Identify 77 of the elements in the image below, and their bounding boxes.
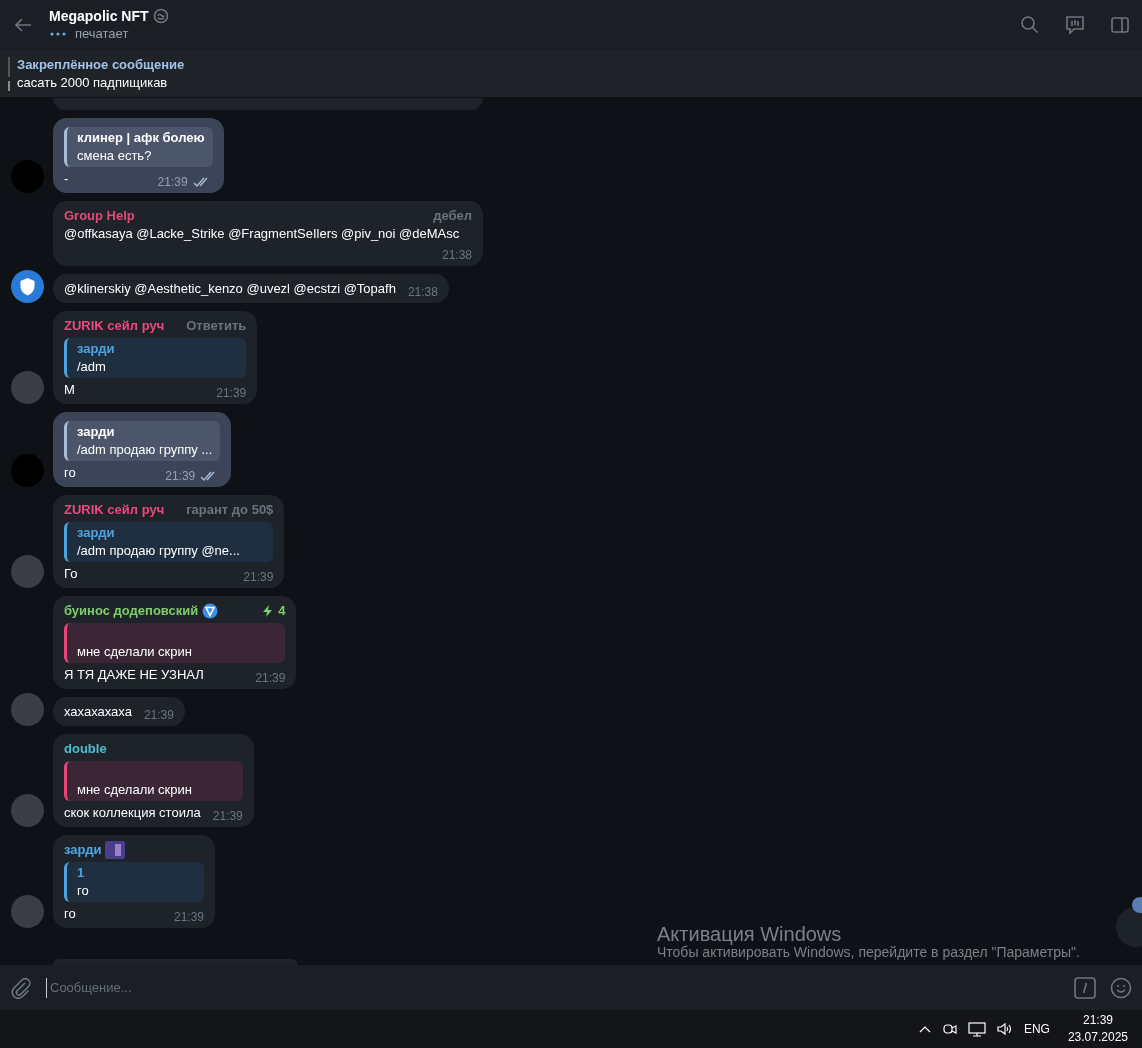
volume-icon[interactable] bbox=[995, 1021, 1014, 1037]
message-time: 21:38 bbox=[441, 247, 472, 264]
message-text: @klinerskiy @Aesthetic_kenzo @uvezl @ecstzi @Topafh bbox=[64, 280, 396, 298]
emoji-status-icon bbox=[152, 8, 169, 24]
message-text: Я ТЯ ДАЖЕ НЕ УЗНАЛ bbox=[64, 666, 204, 684]
reply-quote[interactable]: зарди /adm bbox=[64, 338, 247, 378]
avatar bbox=[11, 371, 44, 404]
reply-quote[interactable]: клинер | афк болею смена есть? bbox=[64, 127, 213, 167]
sidebar-panel-icon[interactable] bbox=[1110, 15, 1130, 35]
shield-avatar-icon bbox=[11, 270, 44, 303]
message-text: Го bbox=[64, 565, 78, 583]
avatar bbox=[11, 693, 44, 726]
reply-quote[interactable]: мне сделали скрин bbox=[64, 761, 243, 801]
avatar bbox=[11, 794, 44, 827]
boost-icon bbox=[262, 605, 275, 617]
reply-quote[interactable]: зарди /adm продаю группу ... bbox=[64, 421, 221, 461]
reply-text: мне сделали скрин bbox=[77, 643, 193, 661]
reply-quote[interactable]: зарди /adm продаю группу @ne... bbox=[64, 522, 274, 562]
admin-title: дебел bbox=[432, 207, 472, 225]
sender-name: зарди bbox=[64, 841, 102, 859]
message-time: 21:39 bbox=[157, 174, 188, 191]
typing-status: печатает bbox=[75, 25, 129, 43]
chat-title: Megapolic NFT bbox=[49, 7, 149, 25]
smiley-icon[interactable] bbox=[1110, 976, 1132, 999]
sender-name: буинос додеповский bbox=[64, 602, 199, 620]
activation-text: Чтобы активировать Windows, перейдите в раздел "Параметры". bbox=[657, 944, 1080, 961]
message-input[interactable]: Сообщение... bbox=[46, 977, 1060, 998]
sender-name: ZURIK сейл руч bbox=[64, 317, 165, 335]
message-time: 21:39 bbox=[243, 569, 274, 586]
message-time: 21:38 bbox=[407, 284, 438, 301]
avatar bbox=[11, 895, 44, 928]
message-text: го bbox=[64, 905, 76, 923]
admin-title: гарант до 50$ bbox=[185, 501, 274, 519]
reply-text: /adm продаю группу ... bbox=[77, 441, 213, 459]
message-text: скок коллекция стоила bbox=[64, 804, 201, 822]
message-text: хахахахаха bbox=[64, 703, 132, 721]
chat-bubble-icon[interactable] bbox=[1064, 14, 1086, 36]
reply-text: /adm продаю группу @ne... bbox=[77, 542, 241, 560]
avatar bbox=[11, 555, 44, 588]
reply-sender: клинер | афк болею bbox=[77, 129, 205, 147]
admin-title: Ответить bbox=[185, 317, 247, 335]
message-text: @offkasaya @Lacke_Strike @FragmentSeIlers @piv_noi @deMAsc bbox=[64, 225, 460, 243]
message-text: М bbox=[64, 381, 75, 399]
message-time: 21:39 bbox=[216, 385, 247, 402]
reply-sender: зарди bbox=[77, 340, 116, 358]
clock-time: 21:39 bbox=[1081, 1012, 1114, 1029]
message-time: 21:39 bbox=[143, 707, 174, 724]
pinned-label: Закреплённое сообщение bbox=[17, 55, 185, 74]
pinned-text: сасать 2000 падпищикав bbox=[17, 73, 169, 92]
paperclip-icon[interactable] bbox=[10, 976, 32, 999]
typing-dots-icon bbox=[49, 31, 67, 37]
message-time: 21:39 bbox=[173, 909, 204, 926]
reply-text: мне сделали скрин bbox=[77, 781, 193, 799]
sender-name: ZURIK сейл руч bbox=[64, 501, 165, 519]
reply-quote[interactable]: мне сделали скрин bbox=[64, 623, 286, 663]
network-icon[interactable] bbox=[967, 1021, 986, 1037]
language-indicator[interactable]: ENG bbox=[1023, 1020, 1050, 1038]
reply-sender: 1 bbox=[77, 864, 86, 882]
search-icon[interactable] bbox=[1020, 15, 1040, 35]
sender-name: double bbox=[64, 740, 107, 758]
camera-icon[interactable] bbox=[941, 1021, 958, 1037]
clock-date: 23.07.2025 bbox=[1067, 1029, 1128, 1046]
reply-text: го bbox=[77, 882, 90, 900]
reply-sender: зарди bbox=[77, 524, 116, 542]
boost-count: 4 bbox=[278, 602, 286, 620]
message-time: 21:39 bbox=[255, 670, 286, 687]
message-time: 21:39 bbox=[165, 468, 196, 485]
sender-name: Group Help bbox=[64, 207, 135, 225]
command-icon[interactable] bbox=[1074, 976, 1096, 999]
message-text: го bbox=[64, 464, 76, 482]
reply-sender: зарди bbox=[77, 423, 116, 441]
message-time: 21:39 bbox=[212, 808, 243, 825]
message-text: - bbox=[64, 170, 69, 188]
pinned-message-bar[interactable]: Закреплённое сообщение сасать 2000 падпищикав bbox=[0, 50, 1142, 98]
reply-text: смена есть? bbox=[77, 147, 153, 165]
reply-text: /adm bbox=[77, 358, 107, 376]
reply-quote[interactable]: 1 го bbox=[64, 862, 204, 902]
